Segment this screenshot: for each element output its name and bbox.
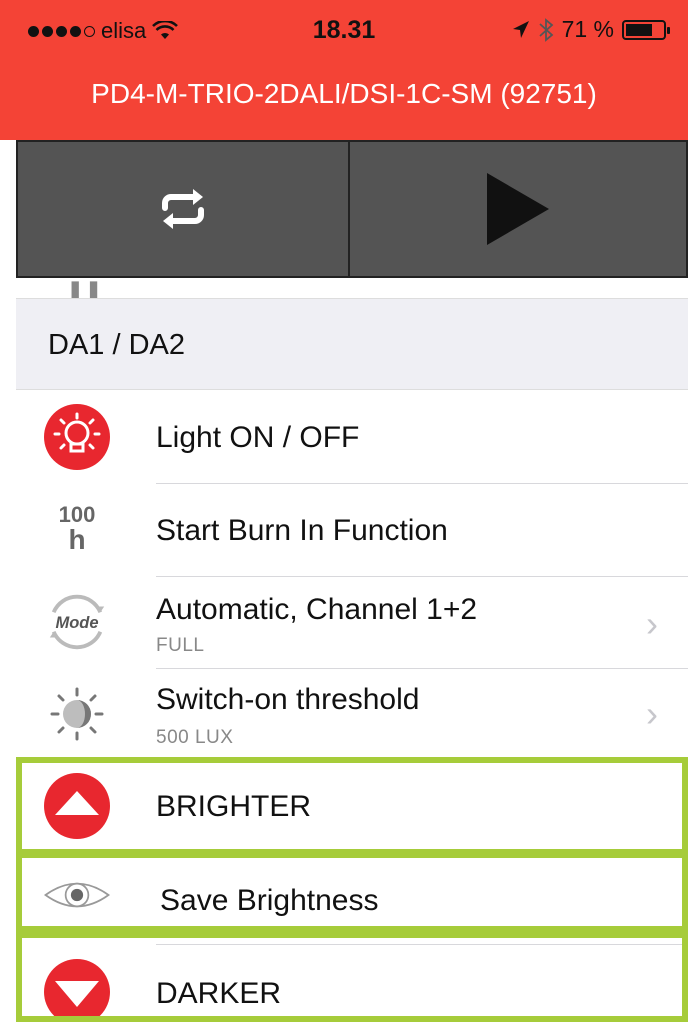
light-on-off-row[interactable]: Light ON / OFF <box>16 391 688 483</box>
light-bulb-icon <box>42 402 112 472</box>
burn-in-100h-icon: 100 h <box>58 502 96 555</box>
automatic-mode-label: Automatic, Channel 1+2 <box>156 593 478 626</box>
highlight-box-save-brightness <box>16 852 688 932</box>
burn-in-row[interactable]: 100 h Start Burn In Function <box>16 484 688 576</box>
play-icon <box>487 173 549 245</box>
play-button[interactable] <box>350 140 688 278</box>
highlight-box-brighter <box>16 757 688 855</box>
app-header: elisa 18.31 71 % PD4-M-TRIO-2DALI/DSI-1C… <box>0 0 688 140</box>
sun-moon-icon <box>42 679 112 749</box>
battery-percent: 71 % <box>561 16 614 42</box>
switch-on-threshold-label: Switch-on threshold <box>156 683 420 716</box>
location-arrow-icon <box>512 20 529 38</box>
toolbar <box>16 140 688 278</box>
section-header: DA1 / DA2 <box>16 298 688 390</box>
automatic-mode-value: FULL <box>156 635 205 656</box>
burn-in-label: Start Burn In Function <box>156 514 448 547</box>
chevron-right-icon: › <box>646 603 658 644</box>
bluetooth-icon <box>538 17 553 42</box>
chevron-right-icon: › <box>646 693 658 734</box>
switch-on-threshold-row[interactable]: Switch-on threshold 500 LUX › <box>16 669 688 757</box>
highlight-box-darker <box>16 932 688 1022</box>
switch-on-threshold-value: 500 LUX <box>156 727 234 748</box>
page-title: PD4-M-TRIO-2DALI/DSI-1C-SM (92751) <box>91 78 597 109</box>
automatic-mode-row[interactable]: Mode Automatic, Channel 1+2 FULL › <box>16 577 688 669</box>
svg-text:Mode: Mode <box>55 613 98 632</box>
status-right: 71 % <box>512 16 670 43</box>
repeat-button[interactable] <box>16 140 350 278</box>
battery-icon <box>622 19 670 40</box>
status-bar: elisa 18.31 71 % <box>0 0 688 62</box>
light-on-off-label: Light ON / OFF <box>156 421 360 454</box>
mode-icon: Mode <box>42 587 112 657</box>
section-title: DA1 / DA2 <box>48 329 185 361</box>
repeat-icon <box>162 189 204 229</box>
